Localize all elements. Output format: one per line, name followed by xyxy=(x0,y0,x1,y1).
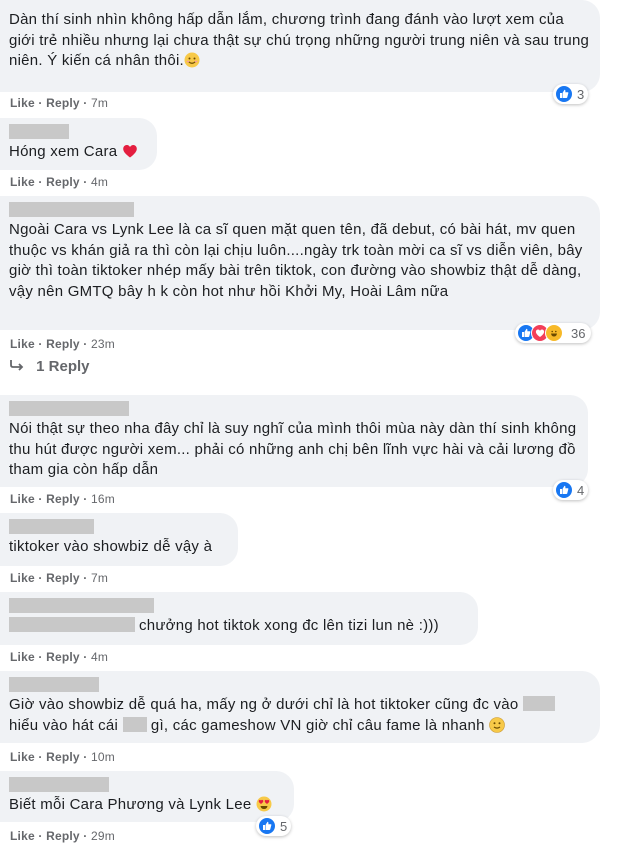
redacted-name xyxy=(9,519,94,534)
redacted-name xyxy=(9,677,99,692)
like-link[interactable]: Like xyxy=(10,96,35,110)
reply-link[interactable]: Reply xyxy=(46,175,80,189)
red-heart-emoji-icon xyxy=(122,143,138,159)
comment-bubble: tiktoker vào showbiz dễ vậy à xyxy=(0,513,238,566)
like-link[interactable]: Like xyxy=(10,650,35,664)
smiling-face-emoji-icon xyxy=(184,52,200,68)
comment-text-content: hiểu vào hát cái xyxy=(9,716,119,734)
redacted-text xyxy=(9,617,135,632)
comment-text: chưởng hot tiktok xong đc lên tizi lun n… xyxy=(9,616,466,637)
reply-link[interactable]: Reply xyxy=(46,96,80,110)
comment-actions: Like · Reply · 29m xyxy=(10,829,115,843)
like-link[interactable]: Like xyxy=(10,492,35,506)
comment-text: Ngoài Cara vs Lynk Lee là ca sĩ quen mặt… xyxy=(9,221,583,300)
reaction-badge[interactable]: 36 xyxy=(515,323,592,343)
like-reaction-icon xyxy=(258,817,276,835)
redacted-name xyxy=(9,777,109,792)
like-link[interactable]: Like xyxy=(10,175,35,189)
timestamp[interactable]: 10m xyxy=(91,750,115,764)
redacted-text xyxy=(522,696,555,711)
slightly-smiling-face-emoji-icon xyxy=(489,716,505,733)
reply-link[interactable]: Reply xyxy=(46,571,80,585)
comment-actions: Like · Reply · 23m xyxy=(10,337,115,351)
comment-text: Dàn thí sinh nhìn không hấp dẫn lắm, chư… xyxy=(9,10,594,72)
like-link[interactable]: Like xyxy=(10,829,35,843)
comment-text: Giờ vào showbiz dễ quá ha, mấy ng ở dưới… xyxy=(9,695,594,736)
timestamp[interactable]: 4m xyxy=(91,650,108,664)
reaction-count: 4 xyxy=(577,482,585,498)
comment-bubble: chưởng hot tiktok xong đc lên tizi lun n… xyxy=(0,592,478,645)
redacted-name xyxy=(9,401,129,416)
reaction-badge[interactable]: 4 xyxy=(553,480,589,500)
comment-actions: Like · Reply · 7m xyxy=(10,571,109,585)
comment-line: hiểu vào hát cái gì, các gameshow VN giờ… xyxy=(9,716,594,737)
reply-link[interactable]: Reply xyxy=(46,337,80,351)
comment-bubble: Hóng xem Cara xyxy=(0,118,157,170)
like-link[interactable]: Like xyxy=(10,571,35,585)
timestamp[interactable]: 23m xyxy=(91,337,115,351)
comment-text-content: Biết mỗi Cara Phương và Lynk Lee xyxy=(9,796,252,813)
reply-arrow-icon xyxy=(10,358,26,375)
replies-count-label: 1 Reply xyxy=(36,358,90,375)
timestamp[interactable]: 7m xyxy=(91,571,108,585)
comment-text: Biết mỗi Cara Phương và Lynk Lee xyxy=(9,795,282,816)
reply-link[interactable]: Reply xyxy=(46,829,80,843)
redacted-text xyxy=(122,716,147,732)
comment-text-content: Hóng xem Cara xyxy=(9,143,118,160)
reaction-count: 5 xyxy=(280,818,288,834)
like-reaction-icon xyxy=(555,481,573,499)
redacted-name xyxy=(9,598,154,613)
redacted-name xyxy=(9,124,69,139)
comment-text-content: gì, các gameshow VN giờ chỉ câu fame là … xyxy=(150,716,485,734)
comment-text: Hóng xem Cara xyxy=(9,142,145,163)
view-replies-link[interactable]: 1 Reply xyxy=(10,358,90,375)
like-link[interactable]: Like xyxy=(10,337,35,351)
comment-text: tiktoker vào showbiz dễ vậy à xyxy=(9,538,213,555)
comment-text: Nói thật sự theo nha đây chỉ là suy nghĩ… xyxy=(9,420,577,478)
comment-actions: Like · Reply · 4m xyxy=(10,650,109,664)
comment-actions: Like · Reply · 16m xyxy=(10,492,115,506)
reply-link[interactable]: Reply xyxy=(46,750,80,764)
timestamp[interactable]: 7m xyxy=(91,96,108,110)
redacted-name xyxy=(9,202,134,217)
comment-line: Giờ vào showbiz dễ quá ha, mấy ng ở dưới… xyxy=(9,695,594,716)
like-reaction-icon xyxy=(555,85,573,103)
reaction-badge[interactable]: 3 xyxy=(553,84,589,104)
comment-actions: Like · Reply · 4m xyxy=(10,175,109,189)
comment-actions: Like · Reply · 7m xyxy=(10,96,109,110)
reaction-badge[interactable]: 5 xyxy=(256,816,292,836)
heart-eyes-face-emoji-icon xyxy=(256,796,272,812)
timestamp[interactable]: 4m xyxy=(91,175,108,189)
comment-bubble: Nói thật sự theo nha đây chỉ là suy nghĩ… xyxy=(0,395,588,487)
comment-text-content: chưởng hot tiktok xong đc lên tizi lun n… xyxy=(139,617,439,634)
comment-text-content: Giờ vào showbiz dễ quá ha, mấy ng ở dưới… xyxy=(9,696,519,713)
timestamp[interactable]: 29m xyxy=(91,829,115,843)
timestamp[interactable]: 16m xyxy=(91,492,115,506)
comment-bubble: Ngoài Cara vs Lynk Lee là ca sĩ quen mặt… xyxy=(0,196,600,330)
reply-link[interactable]: Reply xyxy=(46,650,80,664)
reaction-count: 36 xyxy=(571,325,586,341)
comment-bubble: Giờ vào showbiz dễ quá ha, mấy ng ở dưới… xyxy=(0,671,600,743)
like-link[interactable]: Like xyxy=(10,750,35,764)
comment-text-content: Dàn thí sinh nhìn không hấp dẫn lắm, chư… xyxy=(9,11,590,69)
haha-reaction-icon xyxy=(545,324,563,342)
reaction-count: 3 xyxy=(577,86,585,102)
comment-actions: Like · Reply · 10m xyxy=(10,750,115,764)
reply-link[interactable]: Reply xyxy=(46,492,80,506)
comment-bubble: Dàn thí sinh nhìn không hấp dẫn lắm, chư… xyxy=(0,0,600,92)
comment-bubble: Biết mỗi Cara Phương và Lynk Lee xyxy=(0,771,294,822)
